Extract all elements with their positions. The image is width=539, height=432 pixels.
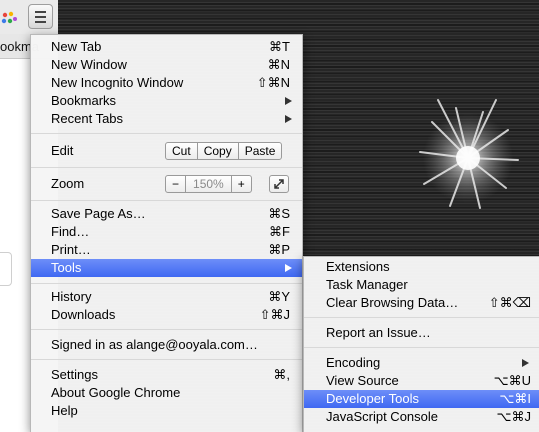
- menu-item-shortcut: ⌘T: [269, 39, 290, 54]
- menu-item-downloads[interactable]: Downloads ⇧⌘J: [31, 306, 302, 324]
- menu-row-edit: Edit Cut Copy Paste: [31, 138, 302, 164]
- menu-item-shortcut: ⌘S: [268, 206, 290, 221]
- paste-button[interactable]: Paste: [239, 143, 282, 159]
- menu-item-save-page-as[interactable]: Save Page As… ⌘S: [31, 205, 302, 223]
- fullscreen-button[interactable]: [269, 175, 289, 193]
- menu-item-label: Bookmarks: [51, 93, 117, 108]
- submenu-item-extensions[interactable]: Extensions: [304, 258, 539, 276]
- menu-separator: [31, 329, 302, 330]
- menu-item-label: Signed in as alange@ooyala.com…: [51, 337, 258, 352]
- menu-item-label: New Tab: [51, 39, 102, 54]
- menu-item-shortcut: ⌘F: [269, 224, 290, 239]
- menu-separator: [31, 200, 302, 201]
- menu-item-shortcut: ⌘P: [268, 242, 290, 257]
- menu-item-find[interactable]: Find… ⌘F: [31, 223, 302, 241]
- colorful-dots-icon[interactable]: [0, 10, 18, 28]
- chrome-main-menu: New Tab ⌘T New Window ⌘N New Incognito W…: [30, 34, 303, 432]
- submenu-arrow-icon: [285, 97, 292, 105]
- menu-item-label: New Incognito Window: [51, 75, 184, 90]
- menu-item-label: New Window: [51, 57, 127, 72]
- menu-item-shortcut: ⌥⌘I: [499, 391, 531, 406]
- submenu-item-report-an-issue[interactable]: Report an Issue…: [304, 324, 539, 342]
- browser-toolbar: [0, 0, 58, 35]
- menu-separator: [304, 317, 539, 318]
- menu-item-label: Settings: [51, 367, 98, 382]
- submenu-arrow-icon: [285, 115, 292, 123]
- tools-submenu: Extensions Task Manager Clear Browsing D…: [303, 256, 539, 432]
- menu-item-print[interactable]: Print… ⌘P: [31, 241, 302, 259]
- edit-button-group: Cut Copy Paste: [165, 142, 283, 160]
- zoom-in-button[interactable]: +: [232, 176, 251, 192]
- menu-item-shortcut: ⌘Y: [268, 289, 290, 304]
- menu-separator: [31, 283, 302, 284]
- menu-item-shortcut: ⌘,: [273, 367, 290, 382]
- menu-separator: [31, 167, 302, 168]
- copy-button[interactable]: Copy: [198, 143, 239, 159]
- menu-item-signed-in[interactable]: Signed in as alange@ooyala.com…: [31, 336, 302, 354]
- menu-item-label: Print…: [51, 242, 91, 257]
- submenu-item-developer-tools[interactable]: Developer Tools ⌥⌘I: [304, 390, 539, 408]
- submenu-arrow-icon: [522, 359, 529, 367]
- submenu-item-encoding[interactable]: Encoding: [304, 354, 539, 372]
- menu-item-help[interactable]: Help: [31, 402, 302, 420]
- menu-item-label: Recent Tabs: [51, 111, 124, 126]
- menu-item-bookmarks[interactable]: Bookmarks: [31, 92, 302, 110]
- chrome-menu-button[interactable]: [28, 4, 53, 29]
- menu-item-shortcut: ⌘N: [267, 57, 290, 72]
- submenu-item-javascript-console[interactable]: JavaScript Console ⌥⌘J: [304, 408, 539, 426]
- menu-row-zoom: Zoom − 150% +: [31, 171, 302, 197]
- submenu-arrow-icon: [285, 264, 292, 272]
- menu-item-recent-tabs[interactable]: Recent Tabs: [31, 110, 302, 128]
- submenu-item-view-source[interactable]: View Source ⌥⌘U: [304, 372, 539, 390]
- menu-item-label: Tools: [51, 260, 82, 275]
- menu-item-label: Downloads: [51, 307, 116, 322]
- menu-item-settings[interactable]: Settings ⌘,: [31, 366, 302, 384]
- menu-item-label: Save Page As…: [51, 206, 146, 221]
- menu-item-shortcut: ⌥⌘J: [496, 409, 531, 424]
- menu-item-label: Developer Tools: [326, 391, 419, 406]
- page-input-field[interactable]: [0, 252, 12, 286]
- menu-item-label: Edit: [51, 143, 74, 158]
- menu-item-label: JavaScript Console: [326, 409, 438, 424]
- submenu-item-clear-browsing-data[interactable]: Clear Browsing Data… ⇧⌘⌫: [304, 294, 539, 312]
- menu-separator: [31, 133, 302, 134]
- zoom-control-group: − 150% +: [165, 175, 252, 193]
- zoom-out-button[interactable]: −: [166, 176, 187, 192]
- menu-item-label: Report an Issue…: [326, 325, 431, 340]
- menu-separator: [31, 359, 302, 360]
- cut-button[interactable]: Cut: [166, 143, 198, 159]
- submenu-item-task-manager[interactable]: Task Manager: [304, 276, 539, 294]
- menu-item-new-incognito-window[interactable]: New Incognito Window ⇧⌘N: [31, 74, 302, 92]
- menu-item-shortcut: ⇧⌘⌫: [488, 295, 531, 310]
- menu-item-tools[interactable]: Tools: [31, 259, 302, 277]
- menu-item-label: Zoom: [51, 176, 85, 191]
- menu-item-label: Help: [51, 403, 78, 418]
- menu-item-history[interactable]: History ⌘Y: [31, 288, 302, 306]
- menu-item-new-tab[interactable]: New Tab ⌘T: [31, 38, 302, 56]
- menu-item-label: View Source: [326, 373, 399, 388]
- menu-item-label: Encoding: [326, 355, 381, 370]
- menu-item-label: About Google Chrome: [51, 385, 181, 400]
- menu-item-shortcut: ⇧⌘N: [256, 75, 290, 90]
- zoom-level-value: 150%: [186, 176, 232, 192]
- menu-item-shortcut: ⌥⌘U: [493, 373, 531, 388]
- menu-item-label: Clear Browsing Data…: [326, 295, 459, 310]
- menu-item-shortcut: ⇧⌘J: [259, 307, 290, 322]
- menu-item-label: Extensions: [326, 259, 390, 274]
- menu-item-new-window[interactable]: New Window ⌘N: [31, 56, 302, 74]
- menu-separator: [304, 347, 539, 348]
- menu-item-label: Task Manager: [326, 277, 408, 292]
- menu-item-about-google-chrome[interactable]: About Google Chrome: [31, 384, 302, 402]
- menu-item-label: Find…: [51, 224, 90, 239]
- menu-item-label: History: [51, 289, 92, 304]
- fullscreen-icon: [274, 179, 284, 189]
